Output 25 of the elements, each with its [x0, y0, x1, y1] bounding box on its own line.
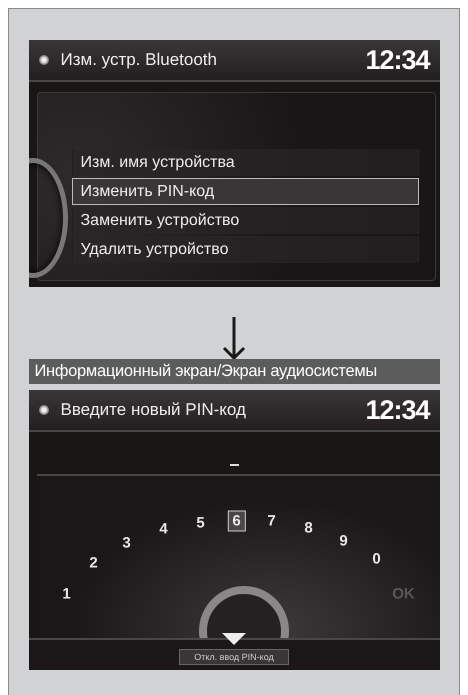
- dot-icon: [38, 55, 48, 65]
- clock: 12:34: [365, 394, 430, 426]
- dial-key[interactable]: 0: [367, 548, 386, 570]
- dial-key[interactable]: 2: [84, 552, 103, 574]
- dial-key[interactable]: 8: [299, 518, 318, 538]
- chevron-down-icon: [221, 632, 247, 646]
- menu-item[interactable]: Удалить устройство: [72, 236, 418, 263]
- dial-key[interactable]: 7: [262, 510, 281, 532]
- clock: 12:34: [365, 44, 430, 76]
- screen-title: Изм. устр. Bluetooth: [60, 50, 218, 70]
- dial-key[interactable]: 9: [334, 530, 353, 552]
- screen-title: Введите новый PIN-код: [60, 400, 247, 420]
- cancel-pin-button[interactable]: Откл. ввод PIN-код: [179, 649, 289, 665]
- dial-key[interactable]: 1: [57, 584, 76, 604]
- down-arrow-icon: [222, 317, 246, 361]
- dial-key[interactable]: 6: [227, 510, 246, 532]
- dial-key[interactable]: 5: [191, 512, 210, 534]
- caption-label: Информационный экран/Экран аудиосистемы: [28, 359, 440, 384]
- text-cursor: [230, 464, 238, 466]
- dial-key[interactable]: 3: [117, 532, 136, 554]
- menu-item[interactable]: Изм. имя устройства: [72, 149, 418, 176]
- menu-item[interactable]: Изменить PIN-код: [72, 178, 418, 205]
- dial-key[interactable]: 4: [154, 518, 173, 540]
- menu-item[interactable]: Заменить устройство: [72, 207, 418, 234]
- dot-icon: [38, 405, 48, 415]
